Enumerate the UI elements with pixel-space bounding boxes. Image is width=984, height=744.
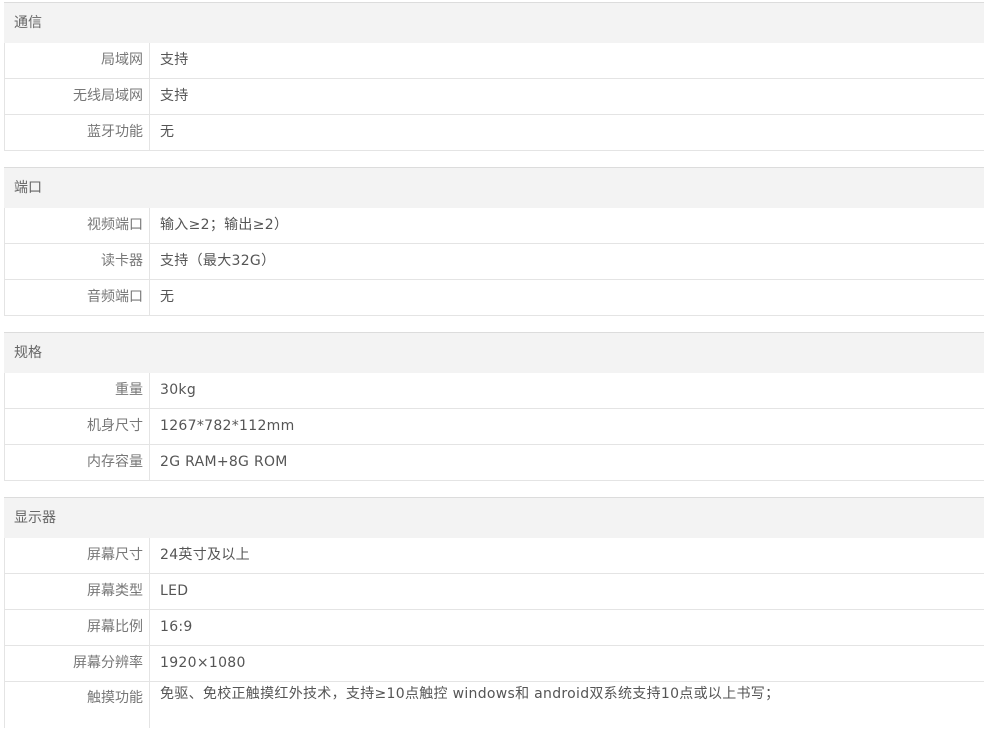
spec-row: 音频端口 无	[4, 280, 984, 316]
spec-value: 30kg	[160, 382, 197, 398]
spec-label: 内存容量	[5, 445, 150, 480]
spec-label: 局域网	[5, 43, 150, 78]
spec-value: 输入≥2；输出≥2）	[160, 217, 289, 233]
spec-value: 支持	[160, 88, 189, 104]
spec-value: 免驱、免校正触摸红外技术，支持≥10点触控 windows和 android双系…	[160, 686, 780, 702]
spec-row: 屏幕分辨率 1920×1080	[4, 646, 984, 682]
section-title: 通信	[4, 3, 984, 43]
spec-row: 无线局域网 支持	[4, 79, 984, 115]
spec-label: 无线局域网	[5, 79, 150, 114]
spec-value: 16:9	[160, 619, 193, 635]
spec-label: 屏幕尺寸	[5, 538, 150, 573]
spec-label: 屏幕类型	[5, 574, 150, 609]
section-title: 端口	[4, 168, 984, 208]
spec-label: 机身尺寸	[5, 409, 150, 444]
spec-label: 音频端口	[5, 280, 150, 315]
spec-value: 1920×1080	[160, 655, 246, 671]
spec-value: 2G RAM+8G ROM	[160, 454, 288, 470]
spec-row: 内存容量 2G RAM+8G ROM	[4, 445, 984, 481]
spec-row: 读卡器 支持（最大32G）	[4, 244, 984, 280]
section-title: 显示器	[4, 498, 984, 538]
spec-value: LED	[160, 583, 189, 599]
spec-value: 支持	[160, 52, 189, 68]
spec-value: 支持（最大32G）	[160, 253, 276, 269]
section-specifications: 规格 重量 30kg 机身尺寸 1267*782*112mm 内存容量 2G R…	[4, 332, 984, 481]
spec-value: 24英寸及以上	[160, 547, 250, 563]
spec-row: 局域网 支持	[4, 43, 984, 79]
spec-label: 读卡器	[5, 244, 150, 279]
section-ports: 端口 视频端口 输入≥2；输出≥2） 读卡器 支持（最大32G） 音频端口 无	[4, 167, 984, 316]
spec-value: 无	[160, 124, 175, 140]
spec-label: 屏幕比例	[5, 610, 150, 645]
spec-row: 机身尺寸 1267*782*112mm	[4, 409, 984, 445]
spec-label: 屏幕分辨率	[5, 646, 150, 681]
spec-row: 屏幕类型 LED	[4, 574, 984, 610]
spec-label: 视频端口	[5, 208, 150, 243]
spec-value: 1267*782*112mm	[160, 418, 295, 434]
spec-row: 屏幕尺寸 24英寸及以上	[4, 538, 984, 574]
spec-table: 通信 局域网 支持 无线局域网 支持 蓝牙功能 无 端口 视频端口 输入≥2；输…	[4, 2, 984, 744]
spec-row: 触摸功能 免驱、免校正触摸红外技术，支持≥10点触控 windows和 andr…	[4, 682, 984, 728]
spec-label: 蓝牙功能	[5, 115, 150, 150]
spec-row: 重量 30kg	[4, 373, 984, 409]
spec-row: 视频端口 输入≥2；输出≥2）	[4, 208, 984, 244]
spec-row: 蓝牙功能 无	[4, 115, 984, 151]
spec-row: 屏幕比例 16:9	[4, 610, 984, 646]
spec-value: 无	[160, 289, 175, 305]
spec-label: 重量	[5, 373, 150, 408]
section-display: 显示器 屏幕尺寸 24英寸及以上 屏幕类型 LED 屏幕比例 16:9 屏幕分辨…	[4, 497, 984, 728]
section-communication: 通信 局域网 支持 无线局域网 支持 蓝牙功能 无	[4, 2, 984, 151]
section-title: 规格	[4, 333, 984, 373]
spec-label: 触摸功能	[5, 682, 150, 728]
